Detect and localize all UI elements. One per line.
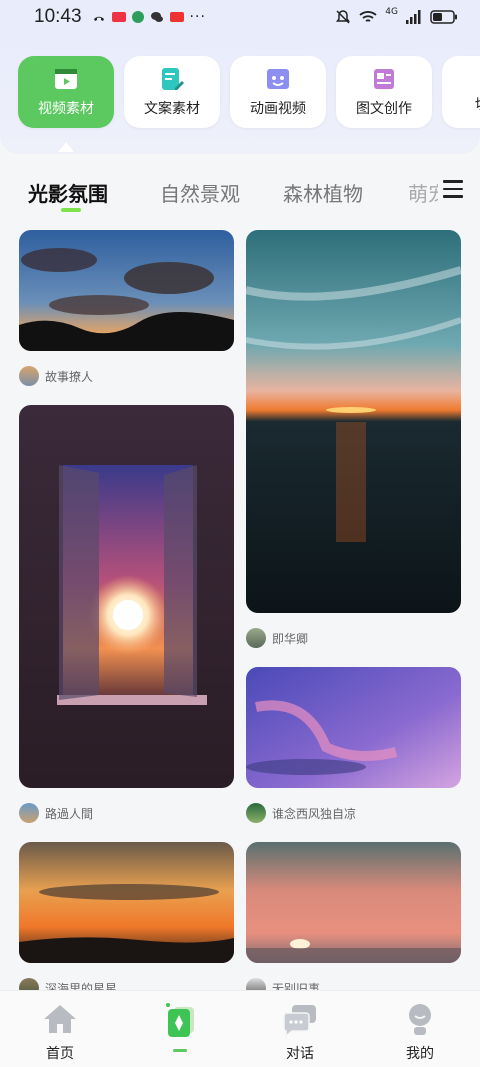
card-author[interactable]: 路過人間 [19,803,93,823]
feed-card-purple-sky[interactable] [246,667,461,788]
animation-icon [267,69,289,89]
battery-icon [430,10,457,24]
mute-icon [336,10,351,24]
thumbnail-window-sunset [19,405,234,788]
category-label: 视频素材 [38,101,94,117]
film-icon [55,69,77,89]
status-bar: 10:43 ··· 4G [0,0,480,34]
nav-create[interactable] [140,991,220,1067]
system-icons: 4G [335,7,458,25]
app-notification-icon [131,11,144,23]
author-name: 故事撩人 [45,369,94,384]
image-text-icon [374,69,394,89]
call-missed-icon [93,16,104,21]
category-label: 切 [475,94,480,114]
feed-card-golden-sunset[interactable] [19,842,234,963]
category-label: 动画视频 [250,101,306,117]
chat-icon [283,1005,316,1037]
wechat-icon [150,12,163,22]
category-cut[interactable]: 切 [442,56,480,128]
active-tab-indicator [61,208,81,212]
nav-home[interactable]: 首页 [20,991,100,1067]
menu-icon[interactable] [443,180,463,198]
feed-card-pink-horizon[interactable] [246,842,461,963]
tab-bar: 光影氛围 自然景观 森林植物 萌宠 [0,170,480,220]
card-author[interactable]: 谁念西风独自凉 [246,803,356,823]
thumbnail-golden-sunset [19,842,234,963]
category-label: 图文创作 [356,101,412,117]
feed-card-dusk-clouds[interactable] [19,230,234,351]
tab-forest-plants[interactable]: 森林植物 [283,178,363,207]
category-strip: 视频素材 文案素材 动画视频 图文创作 切 [0,34,480,154]
profile-icon [409,1004,431,1035]
app-badge-icon [111,12,126,22]
notification-icons: ··· [92,9,336,25]
tab-cute-pets[interactable]: 萌宠 [408,178,438,207]
signal-icon [406,10,421,24]
tab-light-atmosphere[interactable]: 光影氛围 [28,178,108,207]
status-time: 10:43 [34,6,82,27]
active-category-pointer [58,142,74,152]
thumbnail-sea-sunset [246,230,461,613]
nav-chat[interactable]: 对话 [260,991,340,1067]
avatar [19,366,39,386]
nav-label: 对话 [286,1046,314,1062]
avatar [246,628,266,648]
wifi-icon [359,11,377,22]
category-copywriting[interactable]: 文案素材 [124,56,220,128]
thumbnail-purple-sky [246,667,461,788]
author-name: 谁念西风独自凉 [272,806,357,821]
thumbnail-dusk-clouds [19,230,234,351]
more-notifications-icon: ··· [189,9,206,25]
active-nav-indicator [173,1049,187,1052]
avatar [19,803,39,823]
category-image-text[interactable]: 图文创作 [336,56,432,128]
app-badge-icon [169,12,184,22]
document-pen-icon [162,68,184,90]
author-name: 路過人間 [45,806,94,821]
tab-natural-landscape[interactable]: 自然景观 [160,178,240,207]
feed-card-sea-sunset[interactable] [246,230,461,613]
nav-label: 首页 [46,1046,74,1062]
card-author[interactable]: 故事撩人 [19,366,93,386]
category-animation-video[interactable]: 动画视频 [230,56,326,128]
network-type-label: 4G [385,7,398,17]
author-name: 即华卿 [272,631,309,646]
card-author[interactable]: 即华卿 [246,628,308,648]
category-video-material[interactable]: 视频素材 [18,56,114,128]
category-label: 文案素材 [144,101,200,117]
create-card-icon [166,1003,194,1037]
bottom-nav: 首页 对话 我的 [0,990,480,1067]
nav-label: 我的 [406,1046,434,1062]
home-icon [44,1005,76,1033]
thumbnail-pink-horizon [246,842,461,963]
avatar [246,803,266,823]
nav-profile[interactable]: 我的 [380,991,460,1067]
feed-card-window-sunset[interactable] [19,405,234,788]
